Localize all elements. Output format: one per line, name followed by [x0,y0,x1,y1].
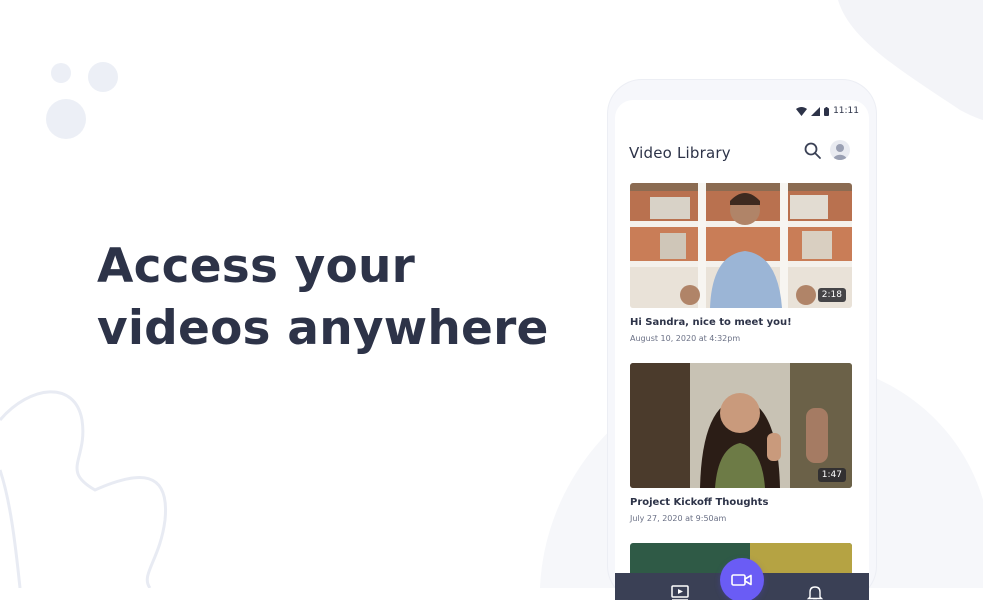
user-icon [833,144,847,160]
search-button[interactable] [803,141,823,161]
wifi-icon [796,106,808,116]
video-title[interactable]: Hi Sandra, nice to meet you! [630,317,852,328]
hero-line-2: videos anywhere [97,301,549,356]
nav-notifications-button[interactable] [805,583,825,600]
hero-headline: Access your videos anywhere [97,236,549,360]
avatar[interactable] [830,140,850,160]
record-video-button[interactable] [720,558,764,600]
video-duration: 2:18 [817,288,846,302]
nav-library-button[interactable] [670,583,690,600]
page-title: Video Library [629,144,731,162]
phone-mockup: 11:11 Video Library 2:18 Hi Sandra, nice… [608,80,876,600]
video-duration: 1:47 [817,468,846,482]
phone-screen: 11:11 Video Library 2:18 Hi Sandra, nice… [615,100,869,600]
video-library-icon [671,585,689,600]
video-camera-icon [731,574,752,586]
status-time: 11:11 [833,106,859,116]
signal-icon [811,106,821,116]
battery-icon [824,106,830,116]
hero-line-1: Access your [97,239,416,294]
video-title[interactable]: Project Kickoff Thoughts [630,497,852,508]
video-card[interactable]: 2:18 Hi Sandra, nice to meet you! August… [630,183,852,343]
search-icon [804,142,821,159]
video-thumbnail[interactable]: 1:47 [630,363,852,488]
status-bar: 11:11 [796,104,859,118]
video-thumbnail[interactable]: 2:18 [630,183,852,308]
video-card[interactable]: 1:47 Project Kickoff Thoughts July 27, 2… [630,363,852,523]
video-date: August 10, 2020 at 4:32pm [630,334,741,343]
video-date: July 27, 2020 at 9:50am [630,514,727,523]
bell-icon [806,586,824,600]
